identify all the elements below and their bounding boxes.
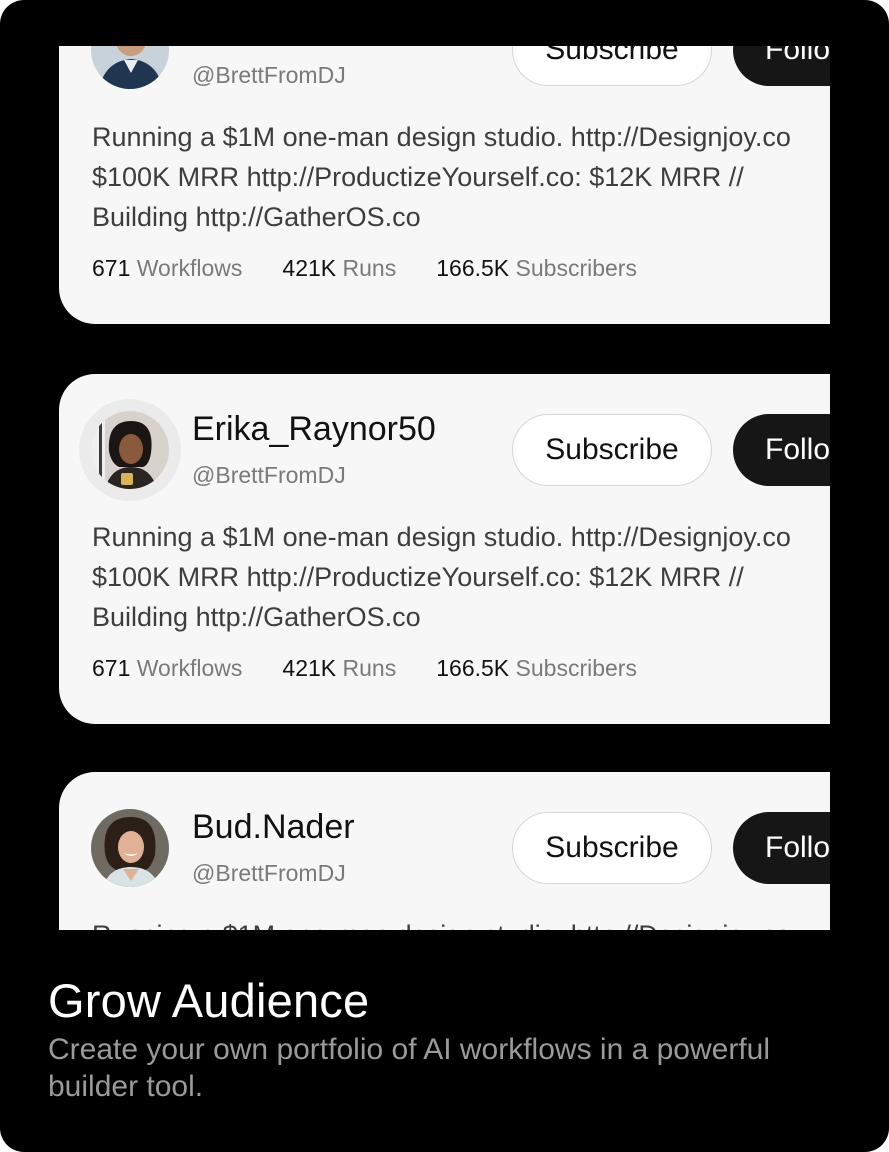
follow-button[interactable]: Follow: [733, 414, 830, 486]
workflows-count: 671: [92, 655, 131, 681]
runs-stat: 421K Runs: [282, 655, 396, 682]
workflows-label: Workflows: [136, 255, 243, 281]
profile-stats: 671 Workflows 421K Runs 166.5K Subscribe…: [92, 655, 677, 682]
profile-name[interactable]: Erika_Raynor50: [192, 410, 436, 449]
follow-button[interactable]: Follow: [733, 812, 830, 884]
subscribers-count: 166.5K: [436, 655, 510, 681]
subscribers-stat: 166.5K Subscribers: [436, 655, 637, 682]
promo-frame: @BrettFromDJ Subscribe Follow Running a …: [0, 0, 889, 1152]
bio-line: $100K MRR http://ProductizeYourself.co: …: [92, 162, 744, 192]
profile-name[interactable]: Bud.Nader: [192, 808, 355, 847]
workflows-count: 671: [92, 255, 131, 281]
subscribe-button[interactable]: Subscribe: [512, 812, 712, 884]
subscribers-label: Subscribers: [515, 655, 637, 681]
profile-stats: 671 Workflows 421K Runs 166.5K Subscribe…: [92, 255, 677, 282]
subscribe-button[interactable]: Subscribe: [512, 414, 712, 486]
profile-handle: @BrettFromDJ: [192, 860, 346, 886]
runs-stat: 421K Runs: [282, 255, 396, 282]
profile-bio: Running a $1M one-man design studio. htt…: [92, 517, 830, 637]
promo-title: Grow Audience: [48, 974, 370, 1027]
workflows-stat: 671 Workflows: [92, 655, 242, 682]
profile-card: Bud.Nader @BrettFromDJ Subscribe Follow …: [59, 772, 830, 930]
profile-handle: @BrettFromDJ: [192, 462, 346, 488]
bio-line: Building http://GatherOS.co: [92, 202, 421, 232]
follow-button[interactable]: Follow: [733, 46, 830, 86]
profile-handle: @BrettFromDJ: [192, 62, 346, 88]
runs-count: 421K: [282, 655, 337, 681]
subscribe-button[interactable]: Subscribe: [512, 46, 712, 86]
avatar[interactable]: [91, 809, 169, 887]
bio-line: $100K MRR http://ProductizeYourself.co: …: [92, 562, 744, 592]
runs-label: Runs: [342, 255, 397, 281]
workflows-stat: 671 Workflows: [92, 255, 242, 282]
bio-line: Running a $1M one-man design studio. htt…: [92, 522, 791, 552]
avatar[interactable]: [91, 46, 169, 89]
profile-card: Erika_Raynor50 @BrettFromDJ Subscribe Fo…: [59, 374, 830, 724]
workflows-label: Workflows: [136, 655, 243, 681]
profile-bio: Running a $1M one-man design studio. htt…: [92, 117, 830, 237]
runs-label: Runs: [342, 655, 397, 681]
bio-line: Running a $1M one-man design studio. htt…: [92, 122, 791, 152]
profile-card: @BrettFromDJ Subscribe Follow Running a …: [59, 46, 830, 324]
subscribers-label: Subscribers: [515, 255, 637, 281]
profile-list[interactable]: @BrettFromDJ Subscribe Follow Running a …: [59, 46, 830, 930]
bio-line: Building http://GatherOS.co: [92, 602, 421, 632]
avatar[interactable]: [91, 411, 169, 489]
bio-line: Running a $1M one-man design studio. htt…: [92, 915, 830, 930]
profile-bio: Running a $1M one-man design studio. htt…: [92, 915, 830, 930]
promo-subtitle: Create your own portfolio of AI workflow…: [48, 1033, 771, 1103]
runs-count: 421K: [282, 255, 337, 281]
subscribers-count: 166.5K: [436, 255, 510, 281]
subscribers-stat: 166.5K Subscribers: [436, 255, 637, 282]
